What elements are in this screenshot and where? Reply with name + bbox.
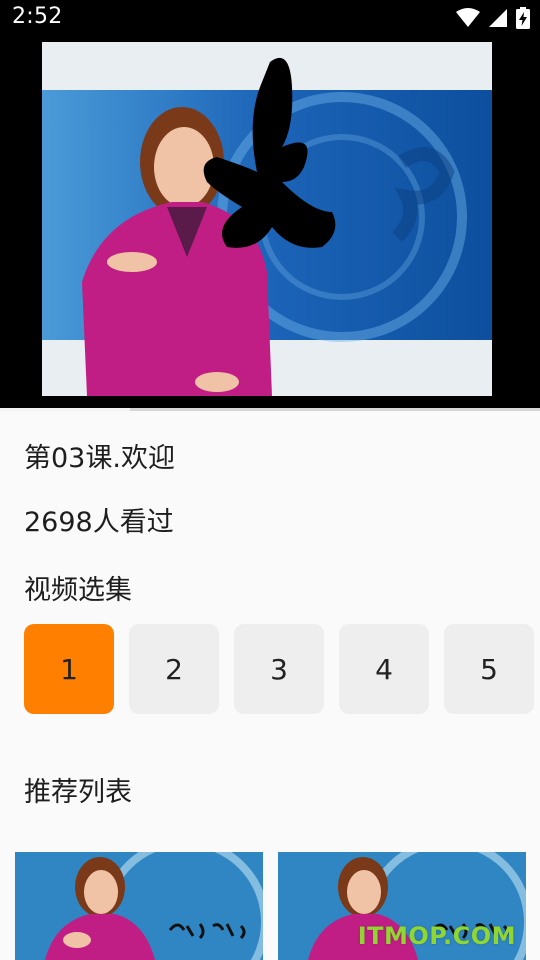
episode-button-3[interactable]: 3	[234, 624, 324, 714]
battery-charging-icon	[516, 7, 530, 29]
episode-button-4[interactable]: 4	[339, 624, 429, 714]
recommended-video-thumbnail[interactable]	[15, 852, 263, 960]
video-progress-fill	[0, 408, 130, 411]
video-player[interactable]	[0, 36, 540, 408]
status-bar: 2:52	[0, 0, 540, 36]
status-icons	[456, 7, 530, 29]
signal-icon	[488, 8, 508, 28]
lesson-title: 第03课.欢迎	[24, 443, 175, 474]
episode-button-2[interactable]: 2	[129, 624, 219, 714]
view-count: 2698人看过	[24, 507, 174, 538]
status-time: 2:52	[12, 4, 63, 29]
watermark: ITMOP.COM	[357, 922, 516, 950]
wifi-icon	[456, 8, 480, 28]
episode-button-5[interactable]: 5	[444, 624, 534, 714]
recommended-video-thumbnail[interactable]: ITMOP.COM	[278, 852, 526, 960]
video-progress-bar[interactable]	[0, 408, 540, 411]
episodes-heading: 视频选集	[24, 575, 132, 606]
thumbnail-image	[15, 852, 263, 960]
video-frame[interactable]	[42, 42, 492, 396]
episode-button-1[interactable]: 1	[24, 624, 114, 714]
episode-selector: 12345	[24, 624, 534, 714]
recommend-heading: 推荐列表	[24, 777, 132, 808]
video-scene-image	[42, 42, 492, 396]
